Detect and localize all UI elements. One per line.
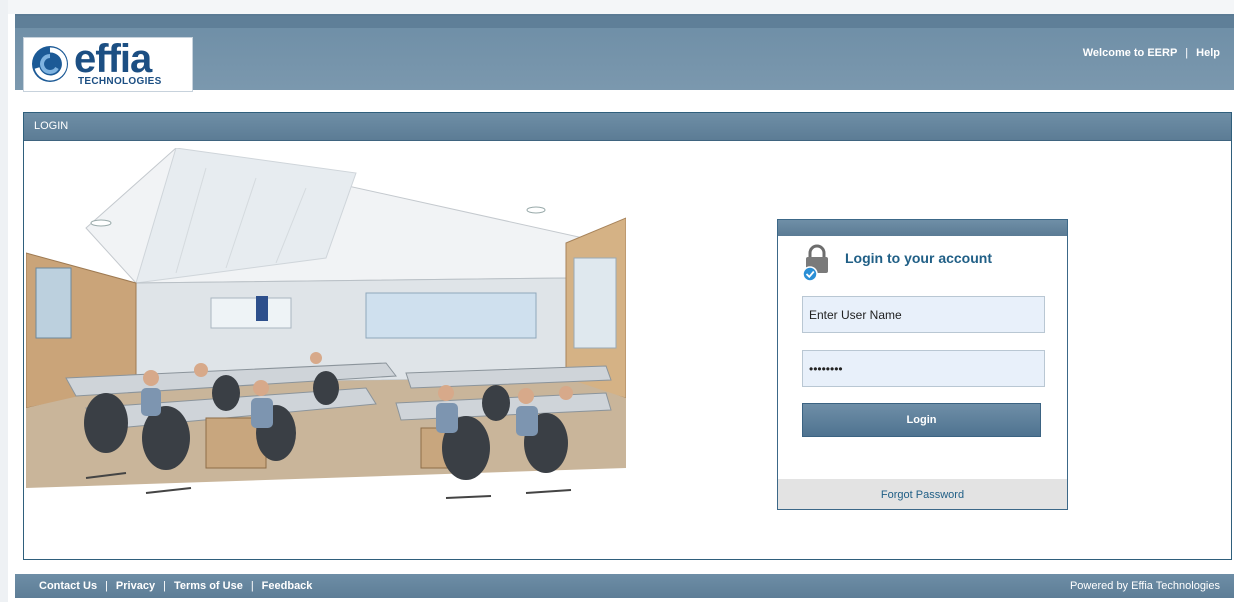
header-top-band [15, 16, 1234, 28]
top-edge-strip [8, 0, 1234, 14]
company-logo[interactable]: effia TECHNOLOGIES [23, 37, 193, 92]
lock-check-icon [803, 244, 828, 282]
password-input[interactable] [802, 350, 1045, 387]
login-button[interactable]: Login [802, 403, 1041, 437]
logo-subtitle: TECHNOLOGIES [78, 76, 162, 87]
forgot-password-link[interactable]: Forgot Password [881, 489, 964, 501]
footer-separator: | [163, 580, 166, 592]
privacy-link[interactable]: Privacy [116, 580, 155, 592]
app-footer: Contact Us | Privacy | Terms of Use | Feedback… [15, 574, 1234, 598]
login-form-header-bar [778, 220, 1067, 236]
help-link[interactable]: Help [1196, 47, 1220, 59]
login-panel: LOGIN Login to your account Enter User N… [23, 112, 1232, 560]
terms-of-use-link[interactable]: Terms of Use [174, 580, 243, 592]
header-separator: | [1185, 47, 1189, 59]
footer-links: Contact Us | Privacy | Terms of Use | Feedback [39, 574, 312, 598]
logo-wordmark: effia [74, 37, 152, 81]
footer-separator: | [250, 580, 254, 592]
login-title: Login to your account [845, 250, 992, 266]
powered-by-text: Powered by Effia Technologies [1069, 580, 1220, 592]
footer-separator: | [105, 580, 108, 592]
username-input[interactable] [802, 296, 1045, 333]
app-header: effia TECHNOLOGIES Welcome to EERP | Help [15, 14, 1234, 92]
login-form: Login to your account Login Forgot Passw… [777, 219, 1068, 510]
feedback-link[interactable]: Feedback [262, 580, 313, 592]
header-links: Welcome to EERP | Help [1083, 47, 1220, 59]
forgot-password-bar: Forgot Password [778, 479, 1067, 509]
welcome-link[interactable]: Welcome to EERP [1083, 47, 1178, 59]
classroom-illustration [26, 148, 626, 499]
contact-us-link[interactable]: Contact Us [39, 580, 97, 592]
effia-swirl-logo-icon [32, 46, 68, 82]
panel-title: LOGIN [24, 113, 1231, 141]
left-edge-strip [0, 0, 8, 602]
